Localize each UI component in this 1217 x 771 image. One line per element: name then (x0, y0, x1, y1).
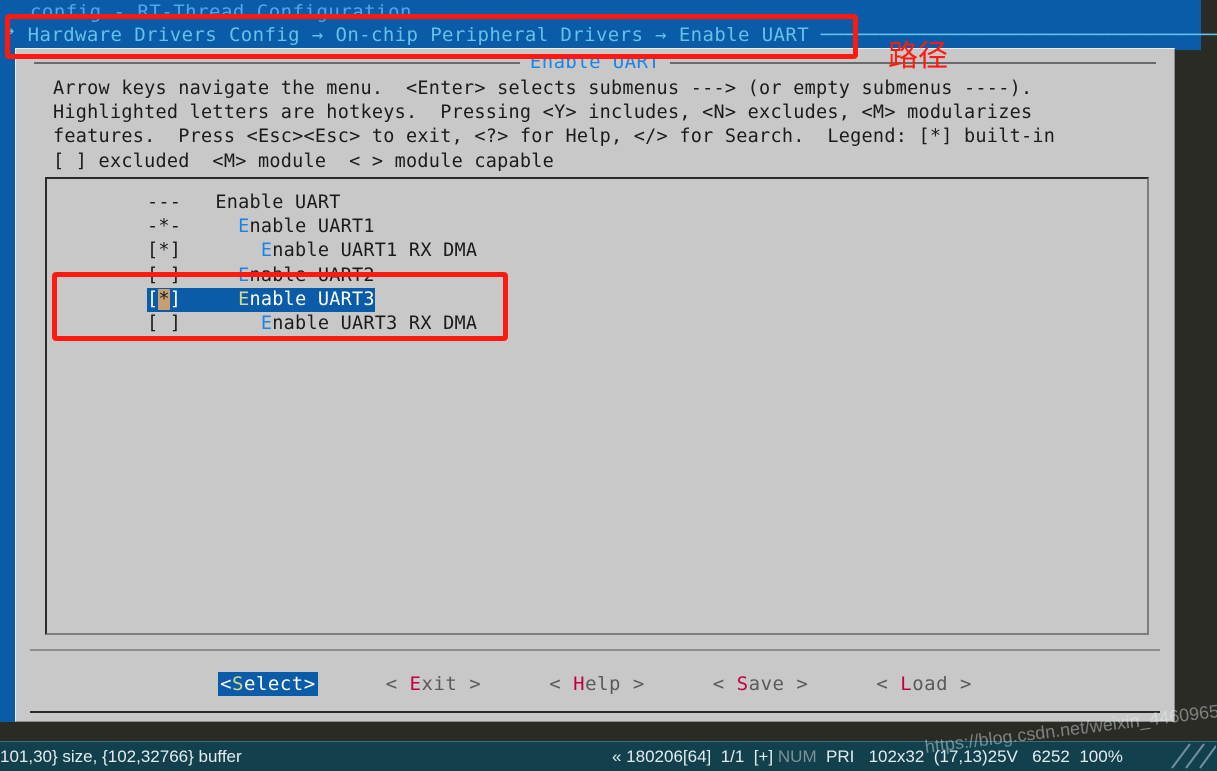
button-label: oad (912, 673, 949, 695)
button-bracket-open: < (712, 673, 737, 695)
menu-row[interactable]: -*- Enable UART1 (147, 215, 477, 239)
menu-item-marker: [*] (147, 240, 193, 262)
menu-item-hotkey: E (260, 312, 273, 334)
menu-item-marker: -*- (147, 216, 193, 238)
status-num-indicator: NUM (777, 747, 817, 766)
menu-item-indent (193, 192, 216, 213)
menu-item-indent (193, 289, 239, 310)
menu-row[interactable]: [*] Enable UART3 (147, 287, 477, 312)
menu-list: --- Enable UART -*- Enable UART1 [*] Enabl… (147, 191, 477, 336)
menu-item-hotkey: E (238, 264, 250, 286)
button-bracket-close: > (457, 673, 482, 695)
button-label: elect (244, 673, 304, 695)
menu-list-box: --- Enable UART -*- Enable UART1 [*] Enabl… (45, 177, 1149, 635)
button-hotkey: S (232, 673, 244, 695)
menu-item-label: Enable UART (215, 192, 341, 213)
menu-item[interactable]: [ ] Enable UART2 (147, 265, 375, 286)
help-line-2: Highlighted letters are hotkeys. Pressin… (53, 102, 1033, 124)
window-title: .config - RT-Thread Configuration (18, 1, 412, 23)
button-hotkey: E (409, 673, 422, 695)
terminal-left-strip (0, 0, 15, 722)
dialog-title-row: Enable UART (16, 49, 1174, 75)
menu-item-label: nable UART3 RX DMA (272, 312, 478, 334)
button-label: ave (748, 673, 785, 695)
status-metrics: « 180206[64] 1/1 [+] NUM PRI 102x32 (17,… (612, 747, 1123, 767)
status-metrics-prefix: « 180206[64] 1/1 [+] (612, 747, 778, 766)
menu-item[interactable]: --- Enable UART (147, 192, 341, 213)
button-bracket-close: > (620, 673, 645, 695)
button-label: xit (421, 673, 458, 695)
menu-item-hotkey: E (238, 216, 250, 238)
button-bracket-open: < (876, 673, 901, 695)
menuconfig-dialog: Enable UART Arrow keys navigate the menu… (15, 48, 1175, 722)
menu-item-indent (193, 216, 239, 237)
button-bracket-open: < (385, 673, 410, 695)
menu-item[interactable]: [*] Enable UART3 (147, 287, 375, 312)
help-line-3: features. Press <Esc><Esc> to exit, <?> … (53, 126, 1056, 148)
menu-item[interactable]: [*] Enable UART1 RX DMA (147, 240, 477, 261)
button-hotkey: S (736, 673, 749, 695)
help-line-1: Arrow keys navigate the menu. <Enter> se… (53, 78, 1033, 99)
menu-item-hotkey: E (238, 288, 250, 310)
menu-item-marker: --- (147, 192, 193, 213)
button-bar-underline (30, 711, 1160, 713)
save-button[interactable]: < Save > (713, 673, 809, 695)
button-bracket-close: > (303, 673, 316, 695)
checkbox-bracket-close: ] (169, 288, 193, 310)
menu-item-indent (193, 265, 239, 286)
menu-row[interactable]: [ ] Enable UART3 RX DMA (147, 312, 477, 336)
select-button[interactable]: <Select> (218, 672, 318, 696)
menu-item-label: nable UART1 (249, 216, 375, 238)
button-bracket-open: < (220, 673, 233, 695)
menu-item-label: nable UART1 RX DMA (272, 240, 478, 262)
help-text: Arrow keys navigate the menu. <Enter> se… (53, 77, 1055, 174)
button-hotkey: H (573, 673, 586, 695)
menu-item[interactable]: [ ] Enable UART3 RX DMA (147, 313, 477, 334)
checkbox-bracket-open: [ (147, 288, 159, 310)
menu-row[interactable]: --- Enable UART (147, 191, 477, 215)
menu-item-label: nable UART3 (249, 288, 375, 310)
title-rule-left (34, 62, 520, 64)
status-metrics-suffix: PRI 102x32 (17,13)25V 6252 100% (816, 747, 1123, 766)
menu-item-label: nable UART2 (249, 264, 375, 286)
help-button[interactable]: < Help > (549, 673, 645, 695)
menu-item-marker: [ ] (147, 264, 193, 286)
status-buffer-info: 101,30} size, {102,32766} buffer (0, 747, 242, 766)
menu-row[interactable]: [ ] Enable UART2 (147, 264, 477, 288)
button-label: elp (585, 673, 621, 695)
annotation-path-label: 路径 (888, 39, 948, 74)
exit-button[interactable]: < Exit > (386, 673, 482, 695)
status-bar: 101,30} size, {102,32766} buffer « 18020… (0, 741, 1217, 771)
button-hotkey: L (900, 673, 913, 695)
button-bar: <Select> < Exit > < Help > < Save > < Load > (30, 655, 1160, 713)
menu-item-indent (193, 240, 261, 261)
cursor-block: * (158, 288, 170, 310)
button-bar-separator (30, 649, 1160, 651)
screen: .config - RT-Thread Configuration ↱ Hard… (0, 0, 1217, 771)
breadcrumb: ↱ Hardware Drivers Config → On-chip Peri… (4, 24, 1217, 46)
menu-row[interactable]: [*] Enable UART1 RX DMA (147, 239, 477, 263)
load-button[interactable]: < Load > (876, 673, 972, 695)
menu-item-indent (193, 313, 261, 334)
menu-item-marker: [ ] (147, 312, 193, 334)
button-bracket-close: > (784, 673, 809, 695)
menu-item-hotkey: E (260, 240, 273, 262)
button-bracket-open: < (549, 673, 574, 695)
dialog-title: Enable UART (529, 51, 661, 73)
button-bracket-close: > (948, 673, 972, 695)
help-line-4: [ ] excluded <M> module < > module capab… (53, 150, 555, 172)
menu-item[interactable]: -*- Enable UART1 (147, 216, 375, 237)
